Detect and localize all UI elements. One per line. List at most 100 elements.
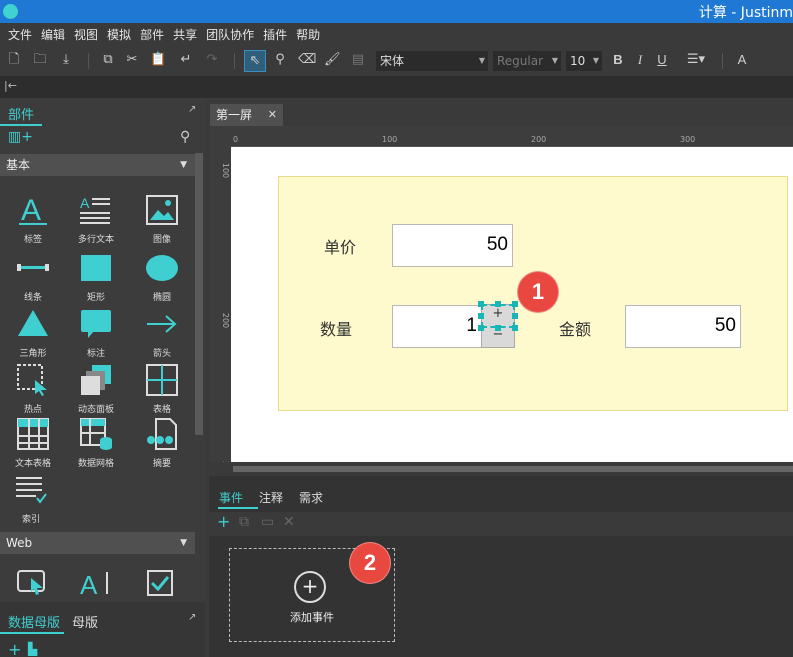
widget-index[interactable]: 索引: [0, 474, 62, 534]
undo-icon[interactable]: ↵: [178, 52, 194, 68]
page-tab[interactable]: 第一屏 ✕: [210, 104, 283, 126]
add-event-icon[interactable]: +: [217, 512, 230, 531]
web-text-field-widget-icon[interactable]: A: [80, 570, 114, 600]
italic-button[interactable]: I: [632, 52, 648, 68]
copy-icon[interactable]: ⧉: [239, 514, 249, 530]
widget-summary[interactable]: 摘要: [131, 418, 193, 478]
menu-help[interactable]: 帮助: [296, 26, 320, 43]
menu-file[interactable]: 文件: [8, 26, 32, 43]
resize-handle[interactable]: [478, 325, 484, 331]
page-tab-label: 第一屏: [216, 108, 253, 122]
left-panel-scrollbar[interactable]: [195, 153, 203, 435]
widget-text-table[interactable]: 文本表格: [2, 418, 64, 478]
widget-callout-text: 标注: [86, 349, 105, 359]
widget-arrow-text: 箭头: [152, 349, 171, 359]
scrollbar-thumb[interactable]: [233, 466, 793, 472]
tab-notes[interactable]: 注释: [259, 489, 283, 506]
resize-handle[interactable]: [512, 301, 518, 307]
web-checkbox-widget-icon[interactable]: [147, 570, 175, 596]
widget-summary-text: 摘要: [152, 459, 171, 469]
master-folder-icon[interactable]: ▙: [28, 642, 37, 656]
resize-handle[interactable]: [512, 325, 518, 331]
chevron-down-icon: ▼: [551, 56, 558, 65]
font-style-select[interactable]: Regular ▼: [493, 51, 561, 71]
tab-masters[interactable]: 母版: [72, 612, 98, 631]
redo-icon[interactable]: ↷: [204, 52, 220, 68]
ruler-corner: [209, 462, 231, 476]
quantity-field[interactable]: 1: [392, 305, 482, 348]
app-logo-icon: [3, 4, 18, 19]
bold-button[interactable]: B: [610, 52, 626, 68]
cut-icon[interactable]: ✂: [124, 52, 140, 68]
tab-requirements[interactable]: 需求: [299, 489, 323, 506]
widget-line[interactable]: 线条: [2, 252, 64, 312]
style-painter-icon[interactable]: ▤: [350, 52, 366, 68]
collapse-panel-icon[interactable]: |←: [4, 79, 17, 92]
popout-icon[interactable]: ↗: [188, 104, 196, 115]
widget-multiline-text[interactable]: A 多行文本: [65, 194, 127, 254]
copy-icon[interactable]: ⧉: [100, 52, 116, 68]
menu-view[interactable]: 视图: [74, 26, 98, 43]
widget-dynamic-panel[interactable]: 动态面板: [65, 364, 127, 424]
paste-icon[interactable]: ▭: [261, 514, 274, 530]
vertical-ruler: 100 200 300: [209, 126, 231, 476]
tab-events[interactable]: 事件: [219, 489, 243, 506]
widget-table[interactable]: 表格: [131, 364, 193, 424]
tab-widgets[interactable]: 部件: [8, 104, 34, 123]
widget-data-grid[interactable]: 数据网格: [65, 418, 127, 478]
new-file-icon[interactable]: 🗋: [6, 52, 22, 68]
unit-price-field[interactable]: 50: [392, 224, 513, 267]
canvas-horizontal-scrollbar[interactable]: [231, 462, 793, 476]
widget-callout[interactable]: 标注: [65, 308, 127, 368]
widget-image[interactable]: 图像: [131, 194, 193, 254]
widget-label[interactable]: A 标签: [2, 194, 64, 254]
font-size-value: 10: [570, 54, 586, 68]
resize-handle[interactable]: [478, 301, 484, 307]
chevron-down-icon: ▼: [180, 538, 187, 548]
section-web[interactable]: Web ▼: [0, 532, 195, 554]
menu-plugins[interactable]: 插件: [263, 26, 287, 43]
menu-share[interactable]: 共享: [173, 26, 197, 43]
paste-icon[interactable]: 📋: [150, 52, 166, 68]
zoom-icon[interactable]: ⚲: [272, 52, 288, 68]
widget-image-text: 图像: [152, 235, 171, 245]
widget-arrow[interactable]: 箭头: [131, 308, 193, 368]
delete-icon[interactable]: ✕: [283, 514, 295, 530]
font-size-select[interactable]: 10 ▼: [566, 51, 602, 71]
tab-data-masters[interactable]: 数据母版: [8, 612, 60, 631]
format-painter-icon[interactable]: 🖌: [324, 52, 341, 68]
widget-hotspot[interactable]: 热点: [2, 364, 64, 424]
ruler-label: 200: [531, 135, 547, 144]
amount-field[interactable]: 50: [625, 305, 741, 348]
web-button-widget-icon[interactable]: [17, 570, 47, 596]
resize-handle[interactable]: [495, 301, 501, 307]
toolbar-divider: [234, 53, 235, 69]
select-pointer-icon[interactable]: ⇖: [244, 50, 266, 72]
widget-library-icon[interactable]: ▥+: [8, 129, 33, 145]
secondary-bar: |←: [0, 76, 793, 98]
menu-widgets[interactable]: 部件: [140, 26, 164, 43]
close-icon[interactable]: ✕: [268, 104, 277, 126]
plus-circle-icon: +: [294, 571, 326, 603]
underline-button[interactable]: U: [654, 52, 670, 68]
menu-team[interactable]: 团队协作: [206, 26, 254, 43]
resize-handle[interactable]: [512, 313, 518, 319]
resize-handle[interactable]: [478, 313, 484, 319]
menu-simulate[interactable]: 模拟: [107, 26, 131, 43]
widget-line-text: 线条: [23, 293, 42, 303]
chevron-down-icon: ▼: [180, 160, 187, 170]
resize-handle[interactable]: [495, 325, 501, 331]
widget-triangle[interactable]: 三角形: [2, 308, 64, 368]
menu-edit[interactable]: 编辑: [41, 26, 65, 43]
section-basic[interactable]: 基本 ▼: [0, 154, 195, 176]
download-icon[interactable]: ⤓: [58, 52, 74, 68]
open-folder-icon[interactable]: 🗀: [32, 52, 48, 68]
add-master-icon[interactable]: +: [8, 640, 21, 657]
search-icon[interactable]: ⚲: [180, 129, 190, 145]
widget-ellipse[interactable]: 椭圆: [131, 252, 193, 312]
widget-rectangle[interactable]: 矩形: [65, 252, 127, 312]
popout-icon[interactable]: ↗: [188, 612, 196, 623]
font-family-select[interactable]: 宋体 ▼: [376, 51, 488, 71]
align-dropdown-icon[interactable]: ☰▾: [684, 52, 708, 68]
eraser-icon[interactable]: ⌫: [298, 52, 316, 68]
